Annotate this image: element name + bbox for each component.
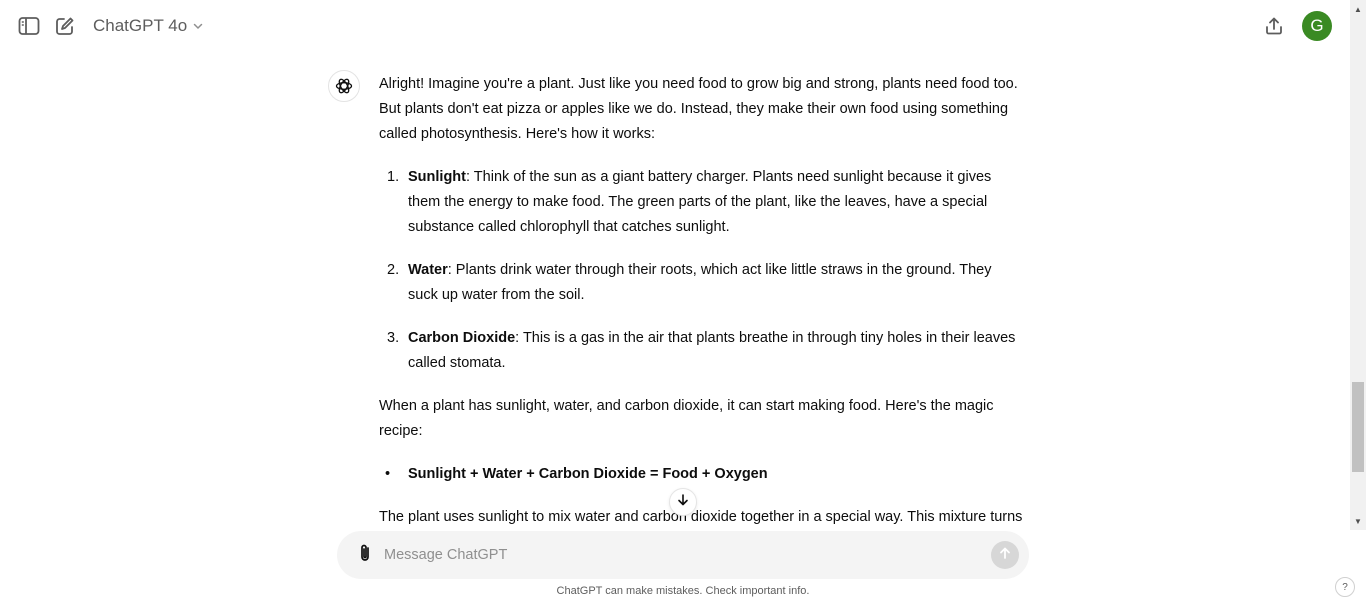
scroll-down-arrow-icon[interactable]: ▼ [1350, 514, 1366, 528]
scroll-up-arrow-icon[interactable]: ▲ [1350, 2, 1366, 16]
list-item: • Sunlight + Water + Carbon Dioxide = Fo… [379, 462, 1024, 487]
model-selector[interactable]: ChatGPT 4o [93, 14, 203, 38]
list-item-title: Carbon Dioxide [408, 330, 516, 346]
list-item-title: Sunlight [408, 169, 466, 185]
conversation-area[interactable]: Alright! Imagine you're a plant. Just li… [0, 52, 1350, 530]
list-item-title: Water [408, 262, 448, 278]
new-chat-icon[interactable] [53, 14, 77, 38]
list-number: 1. [387, 169, 400, 185]
chevron-down-icon [193, 16, 203, 36]
ingredients-list: 1. Sunlight: Think of the sun as a giant… [379, 165, 1024, 376]
arrow-down-icon [676, 493, 690, 512]
message-outro: The plant uses sunlight to mix water and… [379, 509, 1023, 525]
send-button[interactable] [991, 541, 1019, 569]
scrollbar-thumb[interactable] [1352, 382, 1364, 472]
avatar-letter: G [1310, 16, 1324, 35]
disclaimer-text: ChatGPT can make mistakes. Check importa… [556, 585, 810, 597]
send-arrow-icon [998, 546, 1012, 565]
assistant-message: Alright! Imagine you're a plant. Just li… [379, 72, 1024, 530]
list-number: 3. [387, 330, 400, 346]
scrollbar[interactable]: ▲ ▼ [1350, 0, 1366, 530]
model-name: ChatGPT 4o [93, 16, 188, 35]
message-input[interactable] [384, 543, 974, 567]
recipe-intro: When a plant has sunlight, water, and ca… [379, 398, 994, 439]
paperclip-icon [356, 543, 374, 568]
bullet-marker: • [385, 466, 391, 482]
scroll-to-bottom-button[interactable] [669, 488, 697, 516]
list-number: 2. [387, 262, 400, 278]
help-label: ? [1342, 581, 1348, 593]
list-item: 1. Sunlight: Think of the sun as a giant… [379, 165, 1024, 240]
list-item: 3. Carbon Dioxide: This is a gas in the … [379, 326, 1024, 376]
help-button[interactable]: ? [1335, 577, 1355, 597]
share-icon[interactable] [1262, 14, 1286, 38]
attach-button[interactable] [353, 543, 377, 567]
sidebar-toggle-icon[interactable] [17, 14, 41, 38]
top-bar: ChatGPT 4o G [0, 0, 1366, 52]
message-intro: Alright! Imagine you're a plant. Just li… [379, 76, 1018, 142]
message-composer [337, 531, 1029, 579]
list-item: 2. Water: Plants drink water through the… [379, 258, 1024, 308]
recipe-formula: Sunlight + Water + Carbon Dioxide = Food… [408, 466, 768, 482]
user-avatar[interactable]: G [1302, 11, 1332, 41]
list-item-text: : Plants drink water through their roots… [408, 262, 992, 303]
openai-logo-icon [328, 70, 360, 102]
list-item-text: : Think of the sun as a giant battery ch… [408, 169, 992, 235]
recipe-list: • Sunlight + Water + Carbon Dioxide = Fo… [379, 462, 1024, 487]
